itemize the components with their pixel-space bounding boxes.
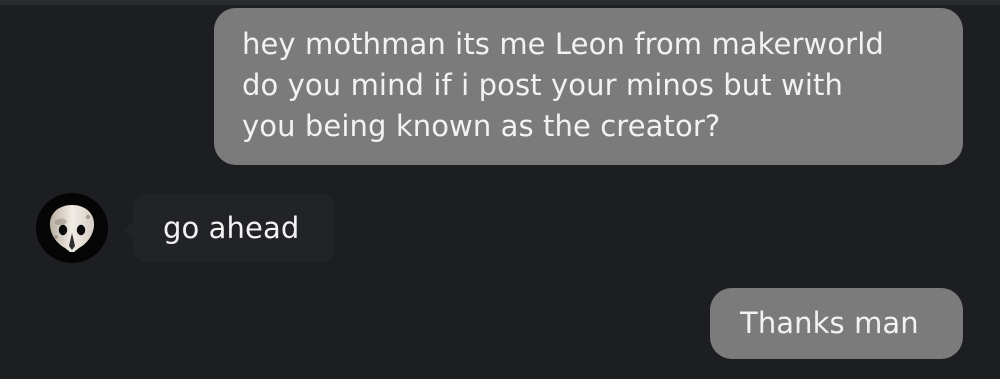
- outgoing-message-bubble[interactable]: hey mothman its me Leon from makerworld …: [214, 8, 963, 165]
- message-text-line: you being known as the creator?: [242, 109, 721, 143]
- chat-thread[interactable]: hey mothman its me Leon from makerworld …: [0, 0, 1000, 379]
- message-text-line: hey mothman its me Leon from makerworld: [242, 27, 884, 61]
- mask-avatar-icon: [49, 205, 95, 252]
- sender-avatar[interactable]: [36, 193, 108, 263]
- message-text: Thanks man: [740, 306, 919, 340]
- message-text: go ahead: [163, 211, 300, 245]
- incoming-message-bubble[interactable]: go ahead: [133, 193, 335, 263]
- message-text-line: do you mind if i post your minos but wit…: [242, 68, 843, 102]
- outgoing-message-bubble[interactable]: Thanks man: [710, 288, 963, 359]
